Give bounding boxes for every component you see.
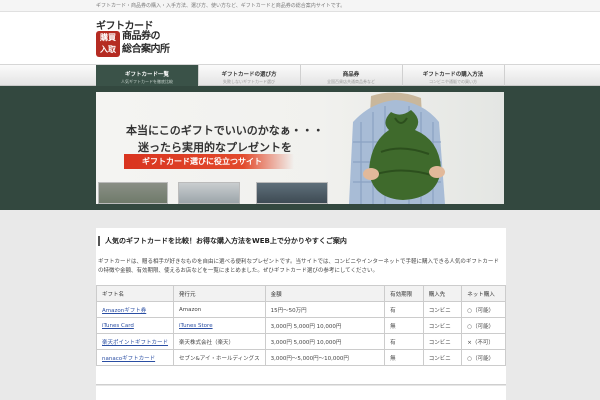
hero-cta-ribbon: ギフトカード選びに役立つサイト <box>124 154 294 169</box>
table-row: 楽天ポイントギフトカード 楽天株式会社（楽天） 3,000円 5,000円 10… <box>95 333 506 350</box>
table-cell: 3,000円～5,000円～10,000円 <box>264 349 386 366</box>
nav-item-how-to-choose[interactable]: ギフトカードの選び方 失敗しないギフトカード選び <box>198 65 301 86</box>
logo-badge: 購買 入取 <box>96 31 120 57</box>
issuer-link[interactable]: iTunes Store <box>173 317 266 334</box>
hero-headline: 本当にこのギフトでいいのかなぁ・・・ <box>126 124 324 137</box>
logo-line3: 総合案内所 <box>122 44 170 55</box>
nav-item-subtitle: コンビニや通販での買い方 <box>429 79 477 84</box>
table-cell: 3,000円 5,000円 10,000円 <box>264 333 386 350</box>
table-cell: コンビニ <box>422 333 463 350</box>
site-logo[interactable]: ギフトカード 購買 入取 商品券の 総合案内所 <box>96 17 178 61</box>
table-cell: 有 <box>384 333 424 350</box>
hero-thumbnail-image <box>256 182 328 204</box>
column-header: 購入先 <box>422 285 463 302</box>
hero-thumbnail-image <box>98 182 168 204</box>
table-cell: コンビニ <box>422 349 463 366</box>
nav-item-subtitle: 人気ギフトカードを徹底比較 <box>121 79 173 84</box>
gift-name-link[interactable]: iTunes Card <box>95 317 175 334</box>
logo-line2-block: 商品券の 総合案内所 <box>122 30 170 56</box>
gift-name-link[interactable]: 楽天ポイントギフトカード <box>95 333 175 350</box>
top-bar: ギフトカード・商品券の購入・入手方法、選び方、使い方など、ギフトカードと商品券の… <box>0 0 600 12</box>
column-header: ギフト名 <box>95 285 175 302</box>
table-cell: 有 <box>384 301 424 318</box>
hero-banner[interactable]: 本当にこのギフトでいいのかなぁ・・・ 迷ったら実用的なプレゼントを ギフトカード… <box>96 92 504 204</box>
nav-item-title: ギフトカードの購入方法 <box>422 72 484 78</box>
gift-name-link[interactable]: Amazonギフト券 <box>95 301 175 318</box>
table-header-row: ギフト名 発行元 金額 有効期限 購入先 ネット購入 <box>95 285 506 302</box>
table-row: iTunes Card iTunes Store 3,000円 5,000円 1… <box>95 317 506 334</box>
main-content: 人気のギフトカードを比較！お得な購入方法をWEB上で分かりやすくご案内 ギフトカ… <box>95 228 506 400</box>
column-header: 有効期限 <box>384 285 424 302</box>
nav-item-how-to-buy[interactable]: ギフトカードの購入方法 コンビニや通販での買い方 <box>402 65 505 86</box>
table-cell: 3,000円 5,000円 10,000円 <box>264 317 386 334</box>
column-header: 金額 <box>264 285 386 302</box>
nav-item-title: 商品券 <box>342 72 360 78</box>
section-divider <box>96 384 506 386</box>
site-tagline: ギフトカード・商品券の購入・入手方法、選び方、使い方など、ギフトカードと商品券の… <box>96 3 346 9</box>
table-cell: ○（可能） <box>461 317 506 334</box>
intro-paragraph: ギフトカードは、贈る相手が好きなものを自由に選べる便利なプレゼントです。当サイト… <box>98 259 499 274</box>
table-cell: 無 <box>384 349 424 366</box>
table-cell: 15円〜50万円 <box>264 301 386 318</box>
nav-item-title: ギフトカードの選び方 <box>221 72 277 78</box>
table-cell: 無 <box>384 317 424 334</box>
column-header: ネット購入 <box>461 285 506 302</box>
table-cell: 楽天株式会社（楽天） <box>173 333 266 350</box>
hero-subheadline: 迷ったら実用的なプレゼントを <box>138 141 292 154</box>
logo-badge-top: 購買 <box>100 33 116 42</box>
table-cell: コンビニ <box>422 317 463 334</box>
person-with-gift-bag-image <box>349 92 445 204</box>
column-header: 発行元 <box>173 285 266 302</box>
table-cell: ×（不可） <box>461 333 506 350</box>
hero-thumbnail-image <box>178 182 240 204</box>
gift-card-comparison-table: ギフト名 発行元 金額 有効期限 購入先 ネット購入 Amazonギフト券 Am… <box>95 285 506 366</box>
section-heading: 人気のギフトカードを比較！お得な購入方法をWEB上で分かりやすくご案内 <box>98 236 347 246</box>
table-cell: Amazon <box>173 301 266 318</box>
logo-line2: 商品券の <box>122 31 160 42</box>
table-row: Amazonギフト券 Amazon 15円〜50万円 有 コンビニ ○（可能） <box>95 301 506 318</box>
table-cell: コンビニ <box>422 301 463 318</box>
site-header: ギフトカード 購買 入取 商品券の 総合案内所 <box>0 12 600 64</box>
nav-item-subtitle: 失敗しないギフトカード選び <box>223 79 275 84</box>
gift-name-link[interactable]: nanacoギフトカード <box>95 349 175 366</box>
nav-item-subtitle: 全国百貨店共通商品券など <box>327 79 375 84</box>
table-cell: セブン&アイ・ホールディングス <box>173 349 266 366</box>
nav-item-gift-certificates[interactable]: 商品券 全国百貨店共通商品券など <box>300 65 403 86</box>
nav-item-gift-card-list[interactable]: ギフトカード一覧 人気ギフトカードを徹底比較 <box>96 65 199 86</box>
table-row: nanacoギフトカード セブン&アイ・ホールディングス 3,000円～5,00… <box>95 349 506 366</box>
table-cell: ○（可能） <box>461 301 506 318</box>
nav-item-title: ギフトカード一覧 <box>124 72 169 78</box>
table-cell: ○（可能） <box>461 349 506 366</box>
main-nav: ギフトカード一覧 人気ギフトカードを徹底比較 ギフトカードの選び方 失敗しないギ… <box>0 64 600 86</box>
logo-badge-bottom: 入取 <box>100 45 116 54</box>
